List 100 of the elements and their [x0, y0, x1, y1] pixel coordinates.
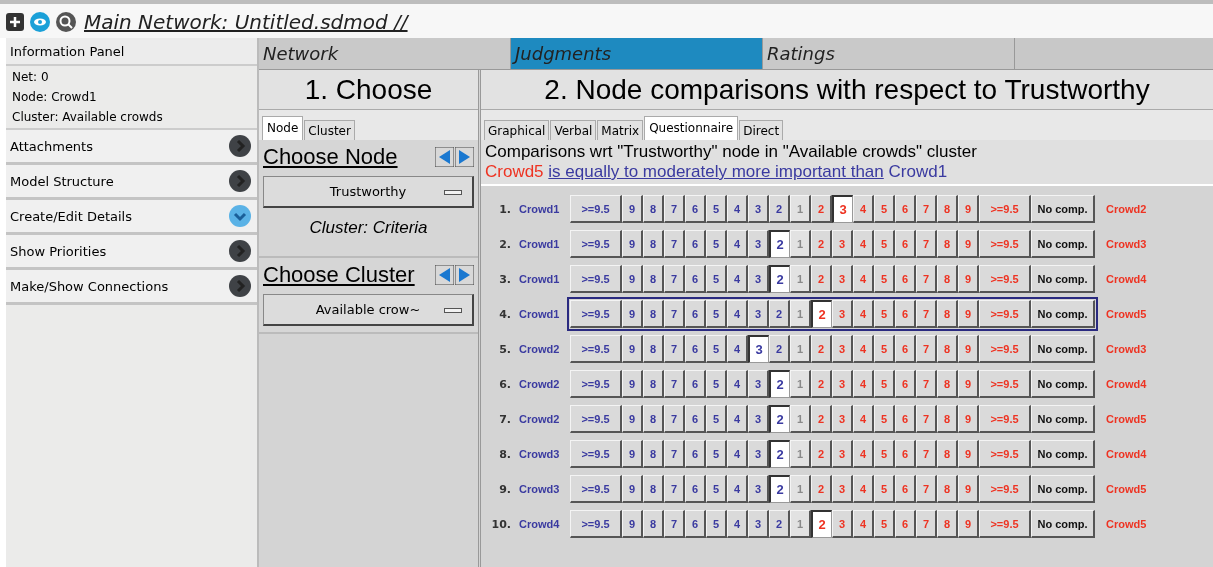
- scale-button[interactable]: 8: [643, 510, 664, 538]
- section-header[interactable]: Model Structure: [6, 165, 257, 200]
- scale-button[interactable]: 7: [664, 335, 685, 363]
- cluster-dropdown[interactable]: Available crow~: [263, 294, 474, 326]
- scale-button[interactable]: 2: [769, 405, 790, 433]
- previous-arrow-icon[interactable]: [435, 265, 454, 285]
- scale-button[interactable]: 2: [769, 230, 790, 258]
- scale-button[interactable]: 9: [622, 300, 643, 328]
- scale-button[interactable]: 2: [811, 510, 832, 538]
- scale-button[interactable]: 4: [727, 335, 748, 363]
- verdict-link[interactable]: is equally to moderately more important than: [548, 162, 884, 181]
- scale-button[interactable]: No comp.: [1031, 195, 1095, 223]
- scale-button[interactable]: 3: [748, 195, 769, 223]
- chevron-right-icon[interactable]: [229, 275, 251, 297]
- scale-button[interactable]: 4: [727, 440, 748, 468]
- add-icon[interactable]: [6, 13, 24, 31]
- chevron-right-icon[interactable]: [229, 135, 251, 157]
- scale-button[interactable]: 8: [643, 370, 664, 398]
- search-icon[interactable]: [56, 12, 76, 32]
- main-tab[interactable]: Judgments: [511, 38, 763, 69]
- scale-button[interactable]: 3: [748, 300, 769, 328]
- tab[interactable]: Graphical: [484, 120, 550, 140]
- scale-button[interactable]: 5: [706, 475, 727, 503]
- scale-button[interactable]: >=9.5: [570, 265, 622, 293]
- scale-button[interactable]: 3: [748, 370, 769, 398]
- next-arrow-icon[interactable]: [455, 147, 474, 167]
- scale-button[interactable]: >=9.5: [570, 335, 622, 363]
- scale-button[interactable]: 6: [685, 475, 706, 503]
- scale-button[interactable]: 6: [685, 405, 706, 433]
- scale-button[interactable]: 7: [664, 440, 685, 468]
- scale-button[interactable]: No comp.: [1031, 300, 1095, 328]
- scale-button[interactable]: 3: [832, 195, 853, 223]
- section-header[interactable]: Attachments: [6, 130, 257, 165]
- scale-button[interactable]: 2: [769, 510, 790, 538]
- scale-button[interactable]: 5: [706, 405, 727, 433]
- scale-button[interactable]: No comp.: [1031, 230, 1095, 258]
- scale-button[interactable]: 6: [685, 335, 706, 363]
- scale-button[interactable]: 4: [727, 230, 748, 258]
- scale-button[interactable]: 2: [811, 300, 832, 328]
- scale-button[interactable]: 6: [685, 265, 706, 293]
- scale-button[interactable]: 4: [727, 510, 748, 538]
- scale-button[interactable]: 2: [769, 335, 790, 363]
- scale-button[interactable]: 3: [748, 475, 769, 503]
- previous-arrow-icon[interactable]: [435, 147, 454, 167]
- section-header[interactable]: Make/Show Connections: [6, 270, 257, 305]
- scale-button[interactable]: 5: [706, 510, 727, 538]
- scale-button[interactable]: 9: [622, 265, 643, 293]
- scale-button[interactable]: No comp.: [1031, 335, 1095, 363]
- scale-button[interactable]: 5: [706, 265, 727, 293]
- tab[interactable]: Verbal: [550, 120, 597, 140]
- scale-button[interactable]: 8: [643, 195, 664, 223]
- scale-button[interactable]: 8: [643, 405, 664, 433]
- scale-button[interactable]: 4: [727, 265, 748, 293]
- scale-button[interactable]: 7: [664, 300, 685, 328]
- tab[interactable]: Node: [262, 116, 304, 140]
- scale-button[interactable]: 2: [769, 475, 790, 503]
- scale-button[interactable]: 9: [622, 335, 643, 363]
- scale-button[interactable]: 8: [643, 265, 664, 293]
- scale-button[interactable]: 4: [727, 475, 748, 503]
- scale-button[interactable]: 7: [664, 370, 685, 398]
- scale-button[interactable]: 4: [727, 370, 748, 398]
- scale-button[interactable]: 2: [769, 300, 790, 328]
- tab[interactable]: Cluster: [304, 120, 355, 140]
- tab[interactable]: Matrix: [597, 120, 644, 140]
- scale-button[interactable]: 7: [664, 405, 685, 433]
- eye-icon[interactable]: [30, 12, 50, 32]
- scale-button[interactable]: 9: [622, 370, 643, 398]
- scale-button[interactable]: 9: [622, 475, 643, 503]
- scale-button[interactable]: >=9.5: [570, 475, 622, 503]
- scale-button[interactable]: 6: [685, 195, 706, 223]
- chevron-right-icon[interactable]: [229, 240, 251, 262]
- scale-button[interactable]: 6: [685, 370, 706, 398]
- scale-button[interactable]: No comp.: [1031, 370, 1095, 398]
- scale-button[interactable]: 4: [727, 300, 748, 328]
- scale-button[interactable]: 5: [706, 335, 727, 363]
- chevron-right-icon[interactable]: [229, 170, 251, 192]
- scale-button[interactable]: 4: [727, 195, 748, 223]
- scale-button[interactable]: 3: [748, 335, 769, 363]
- section-header[interactable]: Show Priorities: [6, 235, 257, 270]
- scale-button[interactable]: 5: [706, 300, 727, 328]
- scale-button[interactable]: >=9.5: [570, 300, 622, 328]
- scale-button[interactable]: 8: [643, 440, 664, 468]
- scale-button[interactable]: 5: [706, 440, 727, 468]
- scale-button[interactable]: 5: [706, 195, 727, 223]
- scale-button[interactable]: 7: [664, 230, 685, 258]
- scale-button[interactable]: 3: [748, 440, 769, 468]
- scale-button[interactable]: No comp.: [1031, 440, 1095, 468]
- scale-button[interactable]: No comp.: [1031, 510, 1095, 538]
- section-header[interactable]: Create/Edit Details: [6, 200, 257, 235]
- scale-button[interactable]: >=9.5: [570, 440, 622, 468]
- scale-button[interactable]: 7: [664, 510, 685, 538]
- scale-button[interactable]: 8: [643, 300, 664, 328]
- scale-button[interactable]: 9: [622, 405, 643, 433]
- scale-button[interactable]: 7: [664, 195, 685, 223]
- scale-button[interactable]: 7: [664, 265, 685, 293]
- scale-button[interactable]: 3: [748, 265, 769, 293]
- scale-button[interactable]: 3: [748, 405, 769, 433]
- scale-button[interactable]: 6: [685, 510, 706, 538]
- scale-button[interactable]: 2: [769, 265, 790, 293]
- scale-button[interactable]: 2: [769, 370, 790, 398]
